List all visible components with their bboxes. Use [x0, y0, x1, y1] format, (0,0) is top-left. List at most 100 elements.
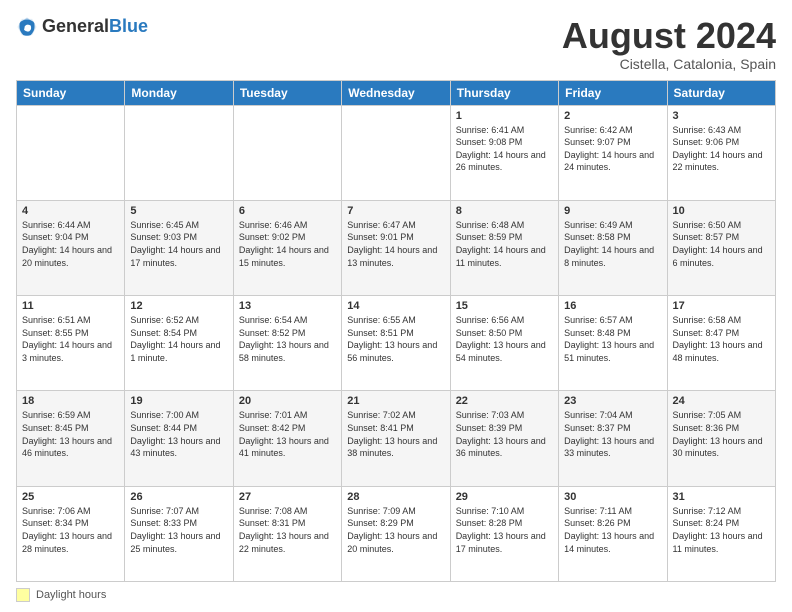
day-number: 28	[347, 491, 444, 503]
calendar-cell: 6 Sunrise: 6:46 AMSunset: 9:02 PMDaylight…	[233, 200, 341, 295]
calendar-cell: 17 Sunrise: 6:58 AMSunset: 8:47 PMDayligh…	[667, 296, 775, 391]
week-row-4: 18 Sunrise: 6:59 AMSunset: 8:45 PMDayligh…	[17, 391, 776, 486]
logo-general: General	[42, 16, 109, 36]
weekday-header-wednesday: Wednesday	[342, 80, 450, 105]
logo-icon	[16, 16, 38, 38]
day-info: Sunrise: 6:46 AMSunset: 9:02 PMDaylight:…	[239, 219, 336, 269]
calendar-table: SundayMondayTuesdayWednesdayThursdayFrid…	[16, 80, 776, 582]
daylight-swatch	[16, 588, 30, 602]
calendar-title: August 2024	[562, 16, 776, 56]
calendar-cell: 9 Sunrise: 6:49 AMSunset: 8:58 PMDaylight…	[559, 200, 667, 295]
weekday-header-tuesday: Tuesday	[233, 80, 341, 105]
calendar-cell	[17, 105, 125, 200]
day-number: 29	[456, 491, 553, 503]
day-number: 25	[22, 491, 119, 503]
calendar-cell: 25 Sunrise: 7:06 AMSunset: 8:34 PMDayligh…	[17, 486, 125, 581]
day-number: 27	[239, 491, 336, 503]
day-info: Sunrise: 6:50 AMSunset: 8:57 PMDaylight:…	[673, 219, 770, 269]
logo-text: GeneralBlue	[42, 17, 148, 37]
day-number: 7	[347, 205, 444, 217]
calendar-cell: 4 Sunrise: 6:44 AMSunset: 9:04 PMDaylight…	[17, 200, 125, 295]
calendar-cell	[342, 105, 450, 200]
day-info: Sunrise: 7:06 AMSunset: 8:34 PMDaylight:…	[22, 505, 119, 555]
day-number: 8	[456, 205, 553, 217]
day-number: 11	[22, 300, 119, 312]
day-info: Sunrise: 7:04 AMSunset: 8:37 PMDaylight:…	[564, 409, 661, 459]
calendar-cell: 22 Sunrise: 7:03 AMSunset: 8:39 PMDayligh…	[450, 391, 558, 486]
day-number: 17	[673, 300, 770, 312]
day-info: Sunrise: 7:10 AMSunset: 8:28 PMDaylight:…	[456, 505, 553, 555]
day-info: Sunrise: 6:45 AMSunset: 9:03 PMDaylight:…	[130, 219, 227, 269]
calendar-cell	[125, 105, 233, 200]
day-number: 3	[673, 110, 770, 122]
day-number: 9	[564, 205, 661, 217]
logo: GeneralBlue	[16, 16, 148, 38]
day-info: Sunrise: 6:49 AMSunset: 8:58 PMDaylight:…	[564, 219, 661, 269]
day-info: Sunrise: 6:41 AMSunset: 9:08 PMDaylight:…	[456, 124, 553, 174]
calendar-subtitle: Cistella, Catalonia, Spain	[562, 56, 776, 72]
day-number: 1	[456, 110, 553, 122]
calendar-cell: 3 Sunrise: 6:43 AMSunset: 9:06 PMDaylight…	[667, 105, 775, 200]
day-number: 21	[347, 395, 444, 407]
day-number: 19	[130, 395, 227, 407]
day-number: 20	[239, 395, 336, 407]
day-info: Sunrise: 6:55 AMSunset: 8:51 PMDaylight:…	[347, 314, 444, 364]
footer: Daylight hours	[16, 588, 776, 602]
calendar-cell: 12 Sunrise: 6:52 AMSunset: 8:54 PMDayligh…	[125, 296, 233, 391]
calendar-cell: 31Sunrise: 7:12 AMSunset: 8:24 PMDayligh…	[667, 486, 775, 581]
week-row-2: 4 Sunrise: 6:44 AMSunset: 9:04 PMDaylight…	[17, 200, 776, 295]
day-info: Sunrise: 6:57 AMSunset: 8:48 PMDaylight:…	[564, 314, 661, 364]
calendar-cell: 19 Sunrise: 7:00 AMSunset: 8:44 PMDayligh…	[125, 391, 233, 486]
day-number: 2	[564, 110, 661, 122]
day-info: Sunrise: 6:44 AMSunset: 9:04 PMDaylight:…	[22, 219, 119, 269]
calendar-cell: 14 Sunrise: 6:55 AMSunset: 8:51 PMDayligh…	[342, 296, 450, 391]
day-number: 4	[22, 205, 119, 217]
day-info: Sunrise: 7:08 AMSunset: 8:31 PMDaylight:…	[239, 505, 336, 555]
calendar-cell: 15Sunrise: 6:56 AMSunset: 8:50 PMDayligh…	[450, 296, 558, 391]
day-number: 16	[564, 300, 661, 312]
day-number: 13	[239, 300, 336, 312]
day-info: Sunrise: 6:47 AMSunset: 9:01 PMDaylight:…	[347, 219, 444, 269]
calendar-cell: 16 Sunrise: 6:57 AMSunset: 8:48 PMDayligh…	[559, 296, 667, 391]
calendar-cell: 10 Sunrise: 6:50 AMSunset: 8:57 PMDayligh…	[667, 200, 775, 295]
footer-label: Daylight hours	[36, 589, 106, 601]
logo-blue: Blue	[109, 16, 148, 36]
day-number: 26	[130, 491, 227, 503]
day-info: Sunrise: 7:11 AMSunset: 8:26 PMDaylight:…	[564, 505, 661, 555]
calendar-cell: 20 Sunrise: 7:01 AMSunset: 8:42 PMDayligh…	[233, 391, 341, 486]
day-info: Sunrise: 7:01 AMSunset: 8:42 PMDaylight:…	[239, 409, 336, 459]
day-number: 18	[22, 395, 119, 407]
week-row-5: 25 Sunrise: 7:06 AMSunset: 8:34 PMDayligh…	[17, 486, 776, 581]
day-number: 6	[239, 205, 336, 217]
calendar-cell: 2Sunrise: 6:42 AMSunset: 9:07 PMDaylight…	[559, 105, 667, 200]
day-info: Sunrise: 7:00 AMSunset: 8:44 PMDaylight:…	[130, 409, 227, 459]
day-number: 14	[347, 300, 444, 312]
calendar-cell: 7 Sunrise: 6:47 AMSunset: 9:01 PMDaylight…	[342, 200, 450, 295]
day-info: Sunrise: 7:07 AMSunset: 8:33 PMDaylight:…	[130, 505, 227, 555]
calendar-cell: 21Sunrise: 7:02 AMSunset: 8:41 PMDayligh…	[342, 391, 450, 486]
day-info: Sunrise: 6:48 AMSunset: 8:59 PMDaylight:…	[456, 219, 553, 269]
day-number: 31	[673, 491, 770, 503]
day-number: 24	[673, 395, 770, 407]
calendar-cell: 30 Sunrise: 7:11 AMSunset: 8:26 PMDayligh…	[559, 486, 667, 581]
calendar-cell: 27 Sunrise: 7:08 AMSunset: 8:31 PMDayligh…	[233, 486, 341, 581]
day-number: 30	[564, 491, 661, 503]
day-info: Sunrise: 6:59 AMSunset: 8:45 PMDaylight:…	[22, 409, 119, 459]
weekday-header-monday: Monday	[125, 80, 233, 105]
day-number: 10	[673, 205, 770, 217]
day-number: 12	[130, 300, 227, 312]
weekday-header-thursday: Thursday	[450, 80, 558, 105]
calendar-cell: 1 Sunrise: 6:41 AMSunset: 9:08 PMDaylight…	[450, 105, 558, 200]
week-row-3: 11Sunrise: 6:51 AMSunset: 8:55 PMDayligh…	[17, 296, 776, 391]
calendar-cell: 18 Sunrise: 6:59 AMSunset: 8:45 PMDayligh…	[17, 391, 125, 486]
day-info: Sunrise: 6:54 AMSunset: 8:52 PMDaylight:…	[239, 314, 336, 364]
calendar-cell: 29 Sunrise: 7:10 AMSunset: 8:28 PMDayligh…	[450, 486, 558, 581]
day-info: Sunrise: 6:58 AMSunset: 8:47 PMDaylight:…	[673, 314, 770, 364]
day-info: Sunrise: 7:03 AMSunset: 8:39 PMDaylight:…	[456, 409, 553, 459]
weekday-header-saturday: Saturday	[667, 80, 775, 105]
calendar-cell: 11Sunrise: 6:51 AMSunset: 8:55 PMDayligh…	[17, 296, 125, 391]
day-info: Sunrise: 6:52 AMSunset: 8:54 PMDaylight:…	[130, 314, 227, 364]
day-info: Sunrise: 7:05 AMSunset: 8:36 PMDaylight:…	[673, 409, 770, 459]
day-number: 22	[456, 395, 553, 407]
day-info: Sunrise: 6:43 AMSunset: 9:06 PMDaylight:…	[673, 124, 770, 174]
